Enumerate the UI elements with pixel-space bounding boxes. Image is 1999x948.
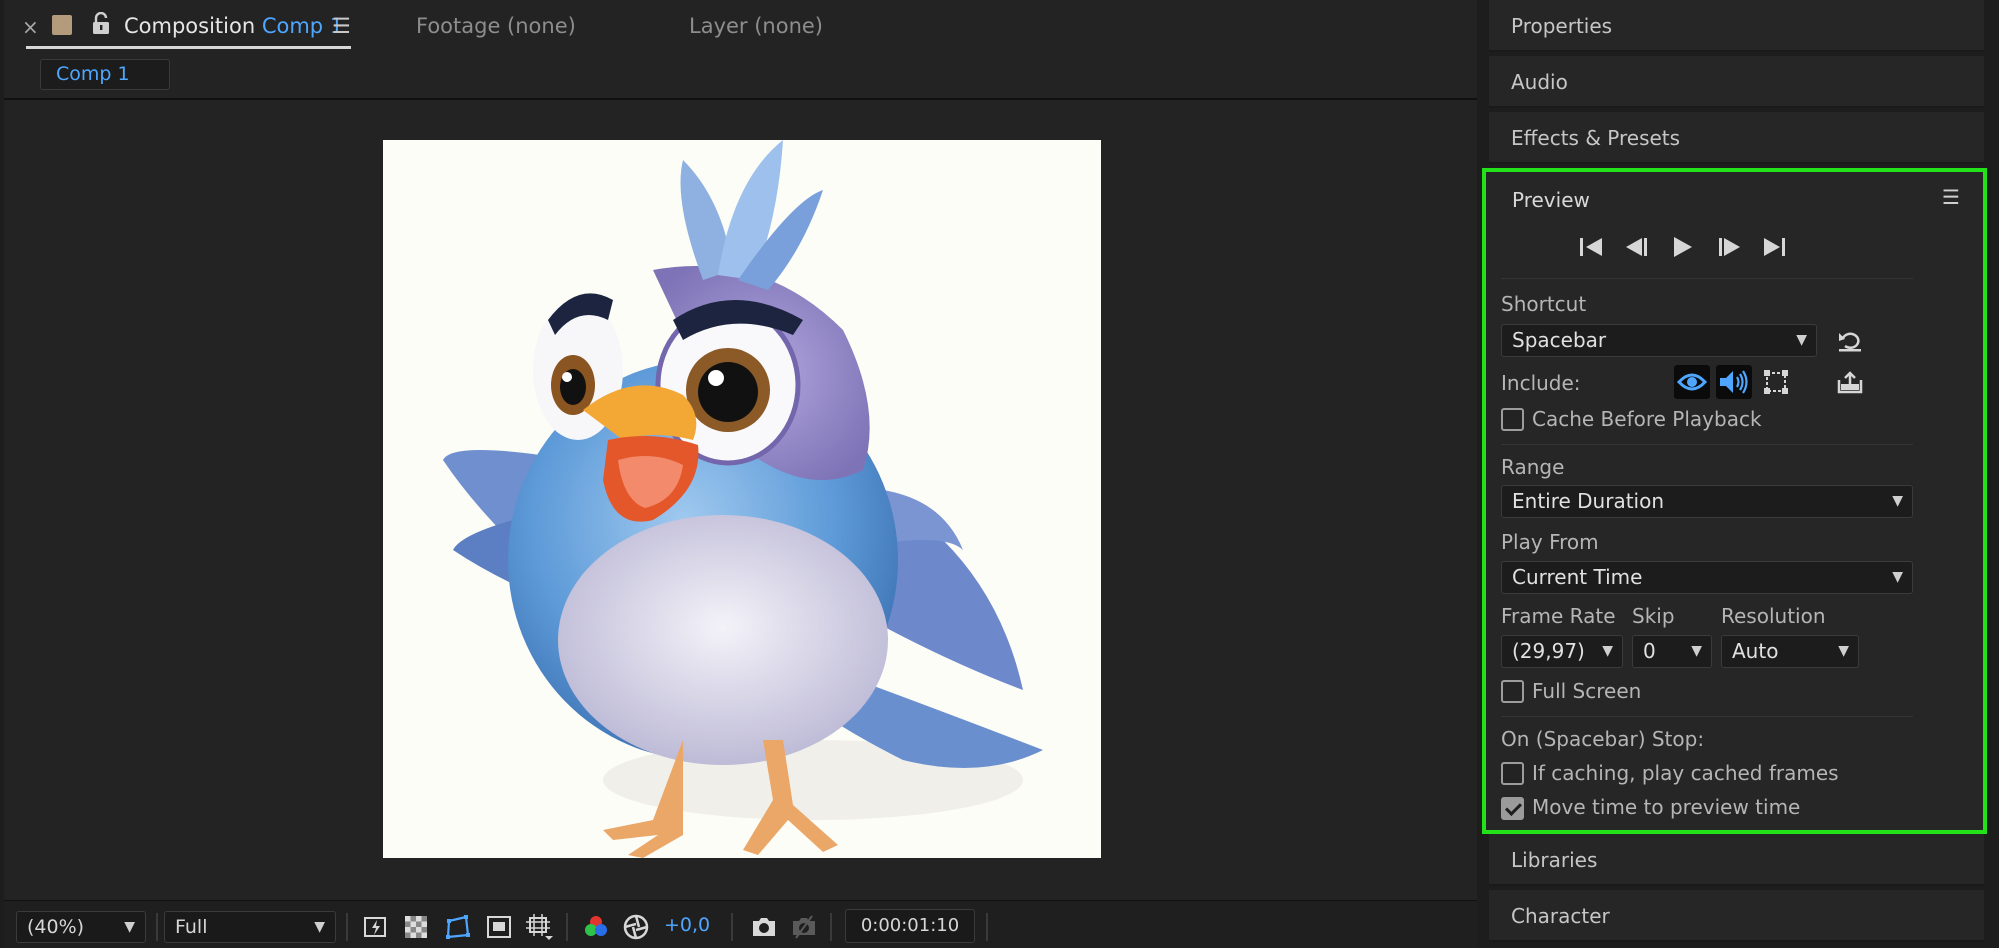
play-cached-frames-label: If caching, play cached frames [1532,761,1839,785]
chevron-down-icon: ▼ [124,919,135,935]
grid-guides-icon[interactable] [525,913,553,941]
audio-panel-header[interactable]: Audio [1489,56,1984,108]
stop-behavior-label: On (Spacebar) Stop: [1501,727,1705,751]
composition-panel: × Composition Comp 1 ☰ Footage (none) La… [4,0,1477,948]
toolbar-divider [156,913,158,941]
magnification-value: (40%) [27,916,85,938]
include-video-eye-icon[interactable] [1674,365,1710,399]
camera-snapshot-icon[interactable] [750,913,778,941]
reset-icon[interactable] [1836,327,1864,355]
chevron-down-icon: ▼ [1691,643,1702,659]
chevron-down-icon: ▼ [1602,643,1613,659]
close-tab-icon[interactable]: × [22,15,39,39]
magnification-dropdown[interactable]: (40%) ▼ [16,911,146,943]
preview-panel-title: Preview [1512,188,1590,212]
character-panel-header[interactable]: Character [1489,890,1984,942]
preview-resolution-value: Auto [1732,639,1779,663]
next-frame-icon[interactable] [1719,238,1740,256]
channels-icon[interactable] [582,913,610,941]
composition-tab[interactable]: Composition Comp 1 [124,14,343,38]
footage-tab[interactable]: Footage (none) [416,14,576,38]
previous-frame-icon[interactable] [1626,238,1647,256]
cartoon-bird-image [443,140,1043,858]
chevron-down-icon: ▼ [1892,569,1903,585]
range-value: Entire Duration [1512,489,1665,513]
frame-rate-dropdown[interactable]: (29,97) ▼ [1501,635,1623,668]
layer-tab[interactable]: Layer (none) [689,14,823,38]
toolbar-divider [566,913,568,941]
exposure-reset-icon[interactable] [622,913,650,941]
toolbar-divider [986,913,988,941]
lock-icon[interactable] [91,12,111,36]
chevron-down-icon: ▼ [1838,643,1849,659]
chevron-down-icon: ▼ [314,919,325,935]
resolution-value: Full [175,916,208,938]
cache-before-playback-label: Cache Before Playback [1532,407,1762,431]
play-from-label: Play From [1501,530,1599,554]
range-label: Range [1501,455,1565,479]
skip-dropdown[interactable]: 0 ▼ [1632,635,1712,668]
play-from-value: Current Time [1512,565,1643,589]
full-screen-label: Full Screen [1532,679,1642,703]
toolbar-divider [346,913,348,941]
play-cached-frames-checkbox[interactable] [1501,762,1524,785]
toolbar-divider [830,913,832,941]
move-time-to-preview-label: Move time to preview time [1532,795,1801,819]
last-frame-icon[interactable] [1764,238,1785,256]
shortcut-label: Shortcut [1501,292,1587,316]
range-dropdown[interactable]: Entire Duration ▼ [1501,485,1913,518]
include-label: Include: [1501,371,1581,395]
resolution-label: Resolution [1721,604,1826,628]
toolbar-divider [731,913,733,941]
frame-rate-label: Frame Rate [1501,604,1616,628]
first-frame-icon[interactable] [1580,238,1602,256]
export-output-icon[interactable] [1836,368,1864,396]
label-color-swatch[interactable] [52,15,72,35]
shortcut-value: Spacebar [1512,328,1607,352]
libraries-panel-header[interactable]: Libraries [1489,834,1984,886]
include-overlays-icon[interactable] [1758,365,1794,399]
effects-presets-panel-header[interactable]: Effects & Presets [1489,112,1984,164]
composition-canvas[interactable] [383,140,1101,858]
preview-panel: Preview ☰ Shortcut Spacebar ▼ Include: Ca… [1482,168,1987,834]
cache-before-playback-checkbox[interactable] [1501,408,1524,431]
composition-tab-prefix: Composition [124,14,256,38]
transport-controls [1580,237,1785,257]
composition-tab-name: Comp 1 [261,14,344,38]
show-snapshot-icon[interactable] [790,913,818,941]
resolution-dropdown[interactable]: Full ▼ [164,911,336,943]
include-audio-speaker-icon[interactable] [1716,365,1752,399]
current-time-display[interactable]: 0:00:01:10 [845,909,975,943]
composition-breadcrumb[interactable]: Comp 1 [40,59,170,90]
panel-menu-icon[interactable]: ☰ [1942,185,1960,209]
fast-previews-icon[interactable] [362,913,390,941]
active-tab-underline [26,46,351,49]
chevron-down-icon: ▼ [1796,332,1807,348]
move-time-to-preview-checkbox[interactable] [1501,797,1524,820]
skip-value: 0 [1643,639,1656,663]
panel-menu-icon[interactable]: ☰ [332,14,351,38]
divider [1501,278,1913,279]
exposure-value[interactable]: +0,0 [664,914,710,936]
transparency-grid-icon[interactable] [402,913,430,941]
properties-panel-header[interactable]: Properties [1489,0,1984,52]
shortcut-dropdown[interactable]: Spacebar ▼ [1501,324,1817,357]
frame-rate-value: (29,97) [1512,639,1585,663]
viewer-toolbar: (40%) ▼ Full ▼ +0,0 0:00:01:10 [4,900,1477,948]
play-from-dropdown[interactable]: Current Time ▼ [1501,561,1913,594]
composition-tab-bar: × Composition Comp 1 ☰ Footage (none) La… [4,0,1477,56]
composition-viewer[interactable] [4,100,1477,900]
divider [1501,444,1913,445]
skip-label: Skip [1632,604,1675,628]
full-screen-checkbox[interactable] [1501,680,1524,703]
chevron-down-icon: ▼ [1892,493,1903,509]
preview-resolution-dropdown[interactable]: Auto ▼ [1721,635,1859,668]
mask-visibility-icon[interactable] [444,913,472,941]
play-icon[interactable] [1674,237,1692,257]
region-of-interest-icon[interactable] [485,913,513,941]
divider [1501,716,1913,717]
